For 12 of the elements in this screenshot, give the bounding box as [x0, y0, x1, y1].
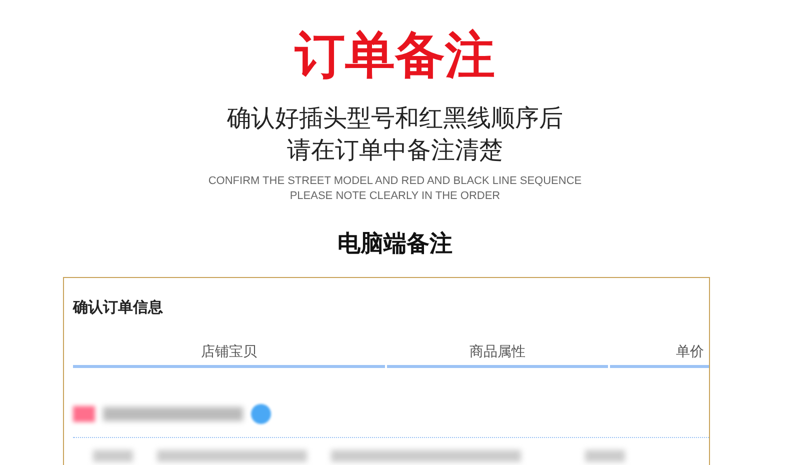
blurred-shop-icon — [73, 406, 95, 422]
column-header: 商品属性 — [387, 343, 608, 368]
column-header: 店铺宝贝 — [73, 343, 385, 368]
column-header: 单价 — [610, 343, 709, 368]
subtitle-line: 确认好插头型号和红黑线顺序后 — [227, 103, 563, 134]
page-title: 订单备注 — [295, 25, 495, 86]
english-caption-line: CONFIRM THE STREET MODEL AND RED AND BLACK LINE SEQUENCE — [208, 174, 582, 189]
blurred-chat-icon — [251, 404, 271, 424]
subtitle-line: 请在订单中备注清楚 — [287, 135, 503, 166]
panel-title: 确认订单信息 — [73, 298, 164, 317]
english-caption-line: PLEASE NOTE CLEARLY IN THE ORDER — [290, 189, 500, 204]
section-heading: 电脑端备注 — [338, 230, 452, 259]
